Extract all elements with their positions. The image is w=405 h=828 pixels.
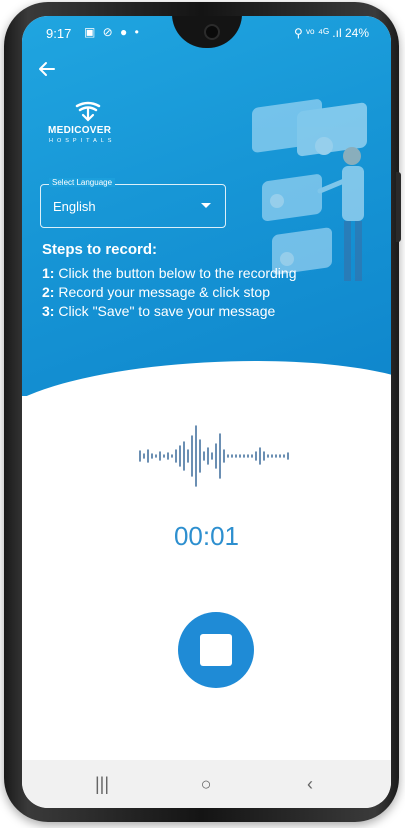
logo-name: MEDICOVER — [48, 125, 112, 136]
step-3: 3: Click "Save" to save your message — [42, 302, 296, 321]
back-button[interactable] — [38, 60, 62, 84]
step-text: Click "Save" to save your message — [54, 303, 276, 319]
logo-subtitle: HOSPITALS — [49, 138, 116, 144]
audio-waveform — [139, 425, 289, 487]
language-label: Select Language — [49, 178, 116, 187]
logo-mark-icon — [75, 101, 101, 122]
recents-button[interactable]: ||| — [72, 760, 132, 808]
language-select[interactable]: Select Language English — [40, 178, 226, 228]
step-number: 3: — [42, 303, 55, 319]
step-1: 1: Click the button below to the recordi… — [42, 264, 296, 283]
system-nav-bar: ||| ○ ‹ — [22, 760, 391, 808]
step-number: 1: — [42, 265, 55, 281]
header-banner: 9:17 ▣ ⊘ ● • ⚲ ᵛᵒ ⁴ᴳ .ıl 24% MEDICOVER H… — [22, 16, 391, 471]
stop-icon — [200, 634, 232, 666]
stop-recording-button[interactable] — [178, 612, 254, 688]
nav-back-button[interactable]: ‹ — [280, 760, 340, 808]
status-time: 9:17 — [46, 26, 72, 41]
step-text: Click the button below to the recording — [54, 265, 297, 281]
language-value: English — [53, 199, 96, 214]
step-text: Record your message & click stop — [54, 284, 270, 300]
step-number: 2: — [42, 284, 55, 300]
record-instructions: Steps to record: 1: Click the button bel… — [42, 241, 296, 321]
notification-icons: ▣ ⊘ ● • — [84, 25, 141, 39]
step-2: 2: Record your message & click stop — [42, 283, 296, 302]
phone-frame: 9:17 ▣ ⊘ ● • ⚲ ᵛᵒ ⁴ᴳ .ıl 24% MEDICOVER H… — [4, 2, 401, 822]
app-screen: 9:17 ▣ ⊘ ● • ⚲ ᵛᵒ ⁴ᴳ .ıl 24% MEDICOVER H… — [22, 16, 391, 808]
front-camera — [204, 24, 220, 40]
phone-side-button — [396, 172, 401, 242]
arrow-left-icon — [39, 62, 55, 76]
recording-timer: 00:01 — [173, 521, 240, 551]
caret-down-icon — [201, 203, 211, 208]
home-button[interactable]: ○ — [176, 760, 236, 808]
medicover-logo: MEDICOVER HOSPITALS — [48, 100, 128, 150]
steps-title: Steps to record: — [42, 241, 158, 258]
status-indicators: ⚲ ᵛᵒ ⁴ᴳ .ıl 24% — [294, 26, 369, 40]
